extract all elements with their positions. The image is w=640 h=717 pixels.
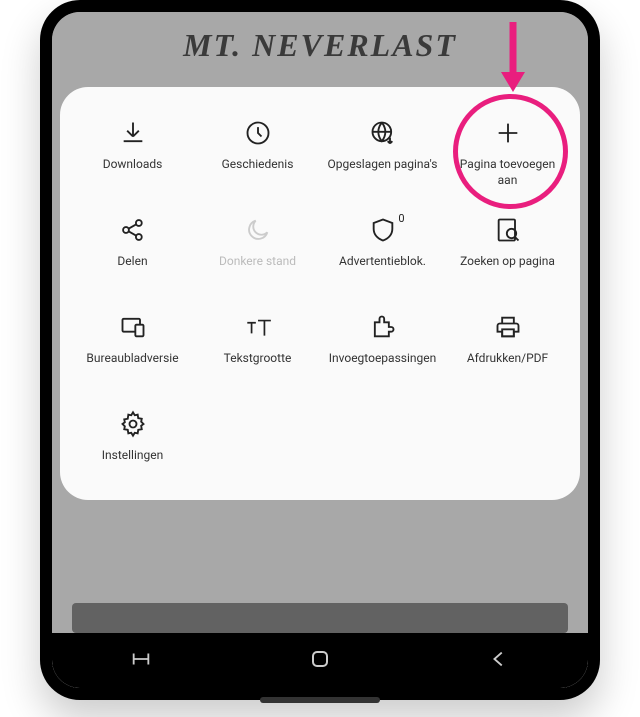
puzzle-icon — [367, 311, 399, 343]
browser-toolbar-shadow — [72, 603, 568, 633]
printer-icon — [492, 311, 524, 343]
menu-label: Invoegtoepassingen — [329, 351, 437, 383]
menu-item-textsize[interactable]: Tekstgrootte — [200, 311, 315, 383]
menu-label: Pagina toevoegen aan — [450, 157, 565, 189]
find-icon — [492, 214, 524, 246]
menu-label: Advertentieblok. — [339, 254, 426, 286]
menu-item-find[interactable]: Zoeken op pagina — [450, 214, 565, 286]
phone-frame: Mt. Neverlast Downloads Geschiedenis — [40, 0, 600, 700]
menu-label: Tekstgrootte — [224, 351, 292, 383]
clock-icon — [242, 117, 274, 149]
desktop-icon — [117, 311, 149, 343]
shield-icon: 0 — [367, 214, 399, 246]
menu-item-downloads[interactable]: Downloads — [75, 117, 190, 189]
moon-icon — [242, 214, 274, 246]
phone-screen: Mt. Neverlast Downloads Geschiedenis — [52, 12, 588, 688]
menu-label: Opgeslagen pagina's — [328, 157, 438, 189]
menu-item-saved-pages[interactable]: Opgeslagen pagina's — [325, 117, 440, 189]
plus-icon — [492, 117, 524, 149]
textsize-icon — [242, 311, 274, 343]
menu-label: Downloads — [103, 157, 163, 189]
menu-label: Bureaubladversie — [86, 351, 178, 383]
menu-label: Zoeken op pagina — [460, 254, 555, 286]
menu-label: Instellingen — [102, 448, 163, 480]
gear-icon — [117, 408, 149, 440]
nav-recent-button[interactable] — [130, 648, 152, 674]
share-icon — [117, 214, 149, 246]
globe-download-icon — [367, 117, 399, 149]
download-icon — [117, 117, 149, 149]
menu-item-adblock[interactable]: 0 Advertentieblok. — [325, 214, 440, 286]
menu-item-desktop[interactable]: Bureaubladversie — [75, 311, 190, 383]
android-nav-bar — [52, 633, 588, 688]
menu-item-add-page[interactable]: Pagina toevoegen aan — [450, 117, 565, 189]
menu-label: Afdrukken/PDF — [467, 351, 548, 383]
menu-item-share[interactable]: Delen — [75, 214, 190, 286]
menu-item-dark-mode[interactable]: Donkere stand — [200, 214, 315, 286]
nav-back-button[interactable] — [488, 648, 510, 674]
phone-speaker — [260, 697, 380, 703]
menu-label: Delen — [117, 254, 147, 286]
menu-grid: Downloads Geschiedenis Opgeslagen pagina… — [75, 117, 565, 480]
page-title: Mt. Neverlast — [52, 27, 588, 64]
adblock-badge: 0 — [398, 212, 404, 225]
menu-item-settings[interactable]: Instellingen — [75, 408, 190, 480]
browser-menu-panel: Downloads Geschiedenis Opgeslagen pagina… — [60, 87, 580, 500]
menu-label: Donkere stand — [219, 254, 296, 286]
nav-home-button[interactable] — [308, 647, 332, 675]
menu-item-print[interactable]: Afdrukken/PDF — [450, 311, 565, 383]
menu-label: Geschiedenis — [222, 157, 294, 189]
menu-item-history[interactable]: Geschiedenis — [200, 117, 315, 189]
menu-item-addons[interactable]: Invoegtoepassingen — [325, 311, 440, 383]
